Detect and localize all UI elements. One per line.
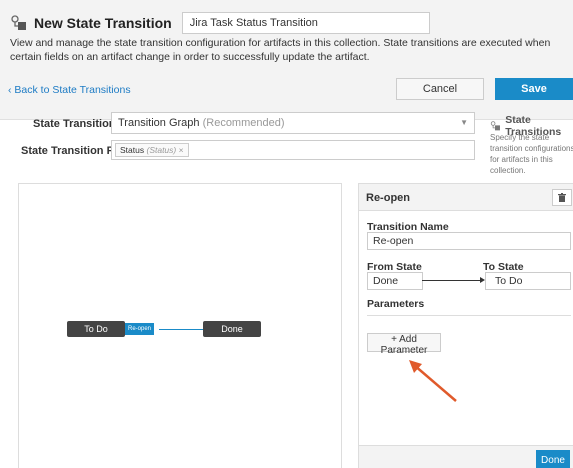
cancel-button[interactable]: Cancel bbox=[396, 78, 484, 100]
remove-tag-icon[interactable]: × bbox=[179, 145, 184, 155]
delete-button[interactable] bbox=[552, 189, 572, 206]
type-hint: (Recommended) bbox=[202, 117, 285, 129]
panel-footer: Done bbox=[359, 445, 573, 468]
from-state-field[interactable] bbox=[367, 272, 423, 290]
chevron-down-icon: ▼ bbox=[460, 118, 468, 127]
transition-detail-panel: Re-open Transition Name From State To St… bbox=[358, 183, 573, 468]
state-transition-icon bbox=[490, 121, 500, 131]
page-title: New State Transition bbox=[34, 15, 172, 31]
divider bbox=[367, 315, 571, 316]
panel-title: Re-open bbox=[366, 192, 410, 204]
type-value: Transition Graph bbox=[118, 117, 200, 129]
field-tag-label: Status bbox=[120, 145, 145, 155]
field-tag[interactable]: Status (Status) × bbox=[115, 143, 189, 157]
parameters-label: Parameters bbox=[367, 298, 425, 310]
transition-fields-input[interactable]: Status (Status) × bbox=[111, 140, 475, 160]
field-tag-sub: (Status) bbox=[146, 145, 177, 155]
transition-type-select[interactable]: Transition Graph (Recommended) ▼ bbox=[111, 112, 475, 134]
transition-name-field[interactable] bbox=[367, 232, 571, 250]
title-row: New State Transition bbox=[10, 12, 430, 34]
transition-name-input[interactable] bbox=[181, 12, 430, 34]
back-link-label: Back to State Transitions bbox=[14, 84, 131, 96]
transition-graph-canvas[interactable]: To Do Re-open Done bbox=[18, 183, 342, 468]
graph-edge-line[interactable] bbox=[159, 329, 203, 330]
graph-node-to[interactable]: Done bbox=[203, 321, 261, 337]
page-description: View and manage the state transition con… bbox=[10, 37, 551, 63]
trash-icon bbox=[558, 193, 566, 202]
callout-arrow-icon bbox=[409, 360, 457, 402]
done-button[interactable]: Done bbox=[536, 450, 570, 468]
graph-node-from[interactable]: To Do bbox=[67, 321, 125, 337]
back-link[interactable]: ‹ Back to State Transitions bbox=[8, 84, 131, 96]
add-parameter-button[interactable]: + Add Parameter bbox=[367, 333, 441, 356]
to-state-field[interactable] bbox=[485, 272, 571, 290]
save-button[interactable]: Save bbox=[495, 78, 573, 100]
graph-edge-label[interactable]: Re-open bbox=[125, 323, 155, 335]
panel-header: Re-open bbox=[359, 184, 573, 211]
help-text: Specify the state transition configurati… bbox=[490, 133, 573, 175]
state-arrow-line bbox=[422, 280, 483, 281]
state-transition-icon bbox=[11, 15, 26, 30]
